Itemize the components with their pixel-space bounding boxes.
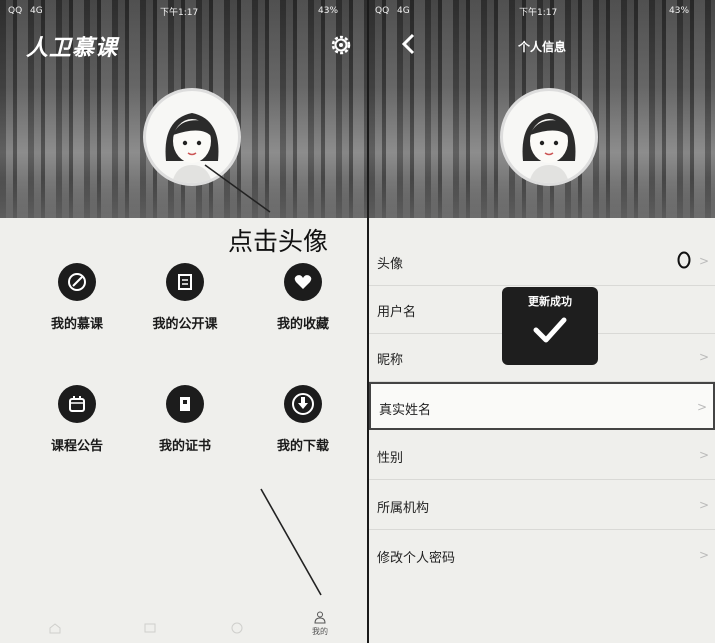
calendar-icon (58, 385, 96, 423)
chevron-right-icon: > (698, 498, 709, 512)
time-label: 下午1:17 (160, 7, 199, 18)
menu-item-my-mooc[interactable]: 我的慕课 (22, 263, 132, 332)
tab-discover[interactable] (222, 621, 252, 637)
heart-icon (284, 263, 322, 301)
top-nav: 个人信息 (369, 22, 715, 72)
profile-screen: QQ 4G 下午1:17 43% 个人信息 头像 > 用户名 昵称 > 真实姓名… (369, 0, 715, 643)
row-label: 昵称 (377, 353, 404, 368)
home-icon (49, 623, 61, 634)
menu-item-certificates[interactable]: 我的证书 (130, 385, 240, 454)
row-gender[interactable]: 性别 > (369, 432, 715, 480)
menu-item-favorites[interactable]: 我的收藏 (248, 263, 358, 332)
home-screen: QQ 4G 下午1:17 43% 人卫慕课 我的慕课 我的公开课 我的收藏 课程… (0, 0, 368, 643)
chevron-right-icon: > (696, 400, 707, 414)
menu-label: 课程公告 (50, 439, 103, 454)
download-icon (284, 385, 322, 423)
user-icon (314, 611, 326, 624)
tab-courses[interactable] (135, 621, 165, 637)
annotation-text: 点击头像 (228, 227, 329, 256)
certificate-icon (166, 385, 204, 423)
book-icon (166, 263, 204, 301)
battery-label: 43% (669, 6, 690, 16)
avatar-illustration-icon (522, 113, 576, 183)
discover-icon (231, 622, 243, 634)
page-title: 个人信息 (517, 40, 566, 54)
avatar[interactable] (500, 88, 598, 186)
chevron-right-icon: > (698, 350, 709, 364)
row-label: 所属机构 (377, 501, 430, 516)
row-change-password[interactable]: 修改个人密码 > (369, 532, 715, 580)
tab-home[interactable] (40, 621, 70, 637)
toast-text: 更新成功 (528, 295, 572, 308)
chevron-right-icon: > (698, 254, 709, 268)
status-bar: QQ 4G 下午1:17 43% (0, 0, 368, 22)
row-label: 用户名 (377, 305, 417, 320)
tab-mine[interactable]: 我的 (305, 610, 335, 637)
checkmark-icon (533, 317, 567, 343)
compass-icon (58, 263, 96, 301)
menu-label: 我的慕课 (50, 317, 103, 332)
carrier-label: QQ (375, 6, 390, 16)
carrier-label: QQ (8, 6, 23, 16)
battery-label: 43% (318, 6, 339, 16)
signal-label: 4G (397, 6, 410, 16)
menu-label: 我的公开课 (152, 317, 218, 332)
top-nav: 人卫慕课 (0, 22, 368, 72)
menu-label: 我的收藏 (276, 317, 329, 332)
row-real-name[interactable]: 真实姓名 > (369, 382, 715, 430)
annotation-arrow (204, 164, 271, 213)
row-label: 性别 (377, 451, 404, 466)
chevron-right-icon: > (698, 548, 709, 562)
courses-icon (144, 623, 156, 633)
success-toast: 更新成功 (502, 287, 598, 365)
menu-item-announcements[interactable]: 课程公告 (22, 385, 132, 454)
avatar-thumb-icon (677, 251, 691, 269)
status-bar: QQ 4G 下午1:17 43% (369, 0, 715, 22)
gear-icon[interactable] (328, 32, 354, 58)
row-divider (369, 529, 715, 530)
tab-mine-label: 我的 (312, 627, 328, 636)
row-organization[interactable]: 所属机构 > (369, 482, 715, 530)
row-label: 头像 (377, 257, 404, 272)
annotation-arrow-2 (260, 488, 322, 596)
signal-label: 4G (30, 6, 43, 16)
row-avatar[interactable]: 头像 > (369, 238, 715, 286)
row-label: 真实姓名 (379, 403, 432, 418)
tab-bar: 我的 (0, 600, 368, 643)
row-divider (369, 479, 715, 480)
time-label: 下午1:17 (519, 7, 558, 18)
row-label: 修改个人密码 (377, 551, 456, 566)
menu-label: 我的证书 (158, 439, 211, 454)
app-logo: 人卫慕课 (26, 36, 119, 61)
chevron-right-icon: > (698, 448, 709, 462)
menu-item-downloads[interactable]: 我的下载 (248, 385, 358, 454)
menu-item-open-course[interactable]: 我的公开课 (130, 263, 240, 332)
menu-label: 我的下载 (276, 439, 329, 454)
